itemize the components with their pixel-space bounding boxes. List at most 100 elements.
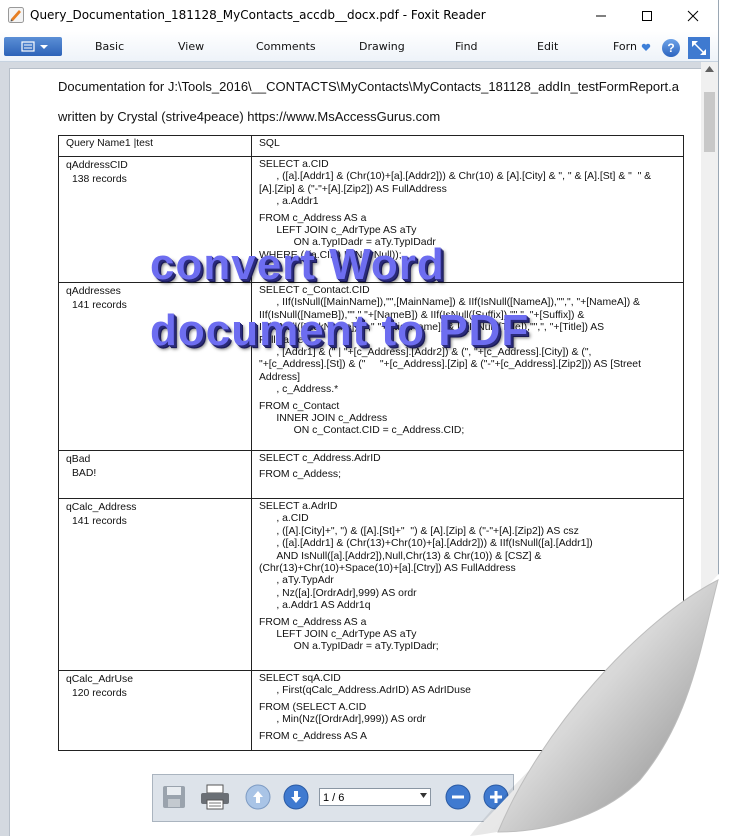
sql-line: SELECT a.AdrID bbox=[259, 501, 338, 512]
bottom-toolbar: 1 / 6 bbox=[152, 774, 514, 822]
foxit-app-icon bbox=[8, 7, 24, 23]
sql-line: SELECT sqA.CID bbox=[259, 673, 341, 684]
sql-line: Address] bbox=[259, 371, 301, 383]
record-count: 120 records bbox=[72, 688, 127, 699]
save-icon[interactable] bbox=[161, 784, 187, 810]
query-name: qCalc_AdrUse bbox=[66, 674, 133, 685]
sql-line: , a.Addr1 AS Addr1q bbox=[259, 600, 371, 612]
query-name: qCalc_Address bbox=[66, 502, 137, 513]
sql-line: , a.CID bbox=[259, 513, 309, 525]
sql-line: ON c_Contact.CID = c_Address.CID; bbox=[259, 425, 465, 437]
minimize-icon bbox=[596, 15, 606, 16]
sql-block: FROM (SELECT A.CID , Min(Nz([OrdrAdr],99… bbox=[259, 702, 676, 727]
sql-cell: SELECT c_Address.AdrID FROM c_Addess; bbox=[251, 450, 684, 499]
title-bar: Query_Documentation_181128_MyContacts_ac… bbox=[0, 0, 718, 31]
document-author: written by Crystal (strive4peace) https:… bbox=[58, 109, 441, 124]
query-name-cell: qCalc_Address 141 records bbox=[58, 498, 252, 671]
table-row: qCalc_Address 141 records SELECT a.AdrID ,… bbox=[58, 498, 684, 671]
sql-block: SELECT a.CID , ([a].[Addr1] & (Chr(10)+[… bbox=[259, 159, 676, 209]
zoom-out-icon[interactable] bbox=[445, 784, 471, 810]
watermark-line-1: convert Word bbox=[150, 240, 445, 289]
page-up-icon[interactable] bbox=[245, 784, 271, 810]
sql-line: FROM c_Contact bbox=[259, 400, 340, 412]
watermark-line-2: document to PDF bbox=[150, 306, 530, 355]
sql-line: SELECT a.CID bbox=[259, 159, 329, 170]
sql-cell: SELECT sqA.CID , First(qCalc_Address.Adr… bbox=[251, 670, 684, 751]
menu-form[interactable]: Forn bbox=[613, 40, 637, 53]
sql-line: FROM c_Address AS A bbox=[259, 730, 367, 742]
page-dropdown-icon[interactable] bbox=[419, 791, 428, 800]
close-icon bbox=[687, 10, 699, 21]
window-title: Query_Documentation_181128_MyContacts_ac… bbox=[30, 8, 486, 22]
help-icon[interactable]: ? bbox=[662, 39, 680, 57]
query-name-cell: qBad BAD! bbox=[58, 450, 252, 499]
sql-line: , aTy.TypAdr bbox=[259, 575, 334, 587]
menu-view[interactable]: View bbox=[178, 40, 204, 53]
sql-line: INNER JOIN c_Address bbox=[259, 413, 388, 425]
menu-find[interactable]: Find bbox=[455, 40, 478, 53]
sql-line: AND IsNull([a].[Addr2]),Null,Chr(13) & C… bbox=[259, 550, 542, 562]
menu-drawing[interactable]: Drawing bbox=[359, 40, 405, 53]
sql-line: LEFT JOIN c_AdrType AS aTy bbox=[259, 629, 417, 641]
sql-block: FROM c_Address AS a LEFT JOIN c_AdrType … bbox=[259, 617, 676, 654]
sql-line: , c_Address.* bbox=[259, 384, 339, 396]
sql-block: SELECT sqA.CID , First(qCalc_Address.Adr… bbox=[259, 673, 676, 698]
query-name-cell: qCalc_AdrUse 120 records bbox=[58, 670, 252, 751]
sql-line: LEFT JOIN c_AdrType AS aTy bbox=[259, 225, 417, 237]
scrollbar-thumb[interactable] bbox=[704, 92, 715, 152]
sql-line: [A].[Zip] & ("-"+[A].[Zip2]) AS FullAddr… bbox=[259, 183, 447, 195]
menu-bar: Basic View Comments Drawing Find Edit Fo… bbox=[0, 31, 718, 62]
pdf-page: Documentation for J:\Tools_2016\__CONTAC… bbox=[9, 68, 702, 836]
column-header-sql: SQL bbox=[251, 135, 684, 157]
sql-line: (Chr(13)+Chr(10)+Space(10)+[a].[Ctry]) A… bbox=[259, 563, 516, 575]
sql-line: FROM c_Address AS a bbox=[259, 616, 367, 628]
sql-line: , ([a].[Addr1] & (Chr(10)+[a].[Addr2])) … bbox=[259, 171, 652, 183]
query-table: Query Name1 |test SQL qAddressCID 138 rec… bbox=[58, 135, 684, 751]
sql-line: ON a.TypIDadr = aTy.TypIDadr; bbox=[259, 641, 439, 653]
print-icon[interactable] bbox=[199, 784, 231, 810]
minimize-button[interactable] bbox=[578, 0, 624, 31]
sql-line: SELECT c_Address.AdrID bbox=[259, 453, 381, 464]
sql-line: FROM (SELECT A.CID bbox=[259, 701, 367, 713]
sql-line: , ([a].[Addr1] & (Chr(13)+Chr(10)+[a].[A… bbox=[259, 538, 593, 550]
sql-line: , Nz([a].[OrdrAdr],999) AS ordr bbox=[259, 587, 417, 599]
sql-line: FROM c_Addess; bbox=[259, 469, 341, 481]
sql-line: , ([A].[City]+", ") & ([A].[St]+" ") & [… bbox=[259, 525, 579, 537]
table-row: qCalc_AdrUse 120 records SELECT sqA.CID , … bbox=[58, 670, 684, 751]
query-name: qAddressCID bbox=[66, 160, 128, 171]
menu-comments[interactable]: Comments bbox=[256, 40, 316, 53]
menu-edit[interactable]: Edit bbox=[537, 40, 558, 53]
record-count: BAD! bbox=[72, 468, 97, 479]
sql-line: , First(qCalc_Address.AdrID) AS AdrIDuse bbox=[259, 685, 471, 697]
record-count: 138 records bbox=[72, 174, 127, 185]
page-down-icon[interactable] bbox=[283, 784, 309, 810]
sql-line: "+[c_Address].[St]) & (" "+[c_Address].[… bbox=[259, 359, 641, 371]
record-count: 141 records bbox=[72, 516, 127, 527]
vertical-scrollbar[interactable] bbox=[701, 62, 718, 836]
heart-icon bbox=[641, 43, 651, 51]
column-header-query-name: Query Name1 |test bbox=[58, 135, 252, 157]
maximize-button[interactable] bbox=[624, 0, 670, 31]
sql-block: FROM c_Address AS A bbox=[259, 731, 676, 743]
sql-block: SELECT c_Address.AdrID bbox=[259, 453, 676, 465]
page-number-input[interactable]: 1 / 6 bbox=[319, 788, 431, 806]
zoom-in-icon[interactable] bbox=[483, 784, 509, 810]
sql-line: FROM c_Address AS a bbox=[259, 212, 367, 224]
close-button[interactable] bbox=[670, 0, 716, 31]
sql-block: FROM c_Addess; bbox=[259, 469, 676, 481]
sql-block: FROM c_Contact INNER JOIN c_Address ON c… bbox=[259, 401, 676, 438]
sql-block: SELECT a.AdrID , a.CID , ([A].[City]+", … bbox=[259, 501, 676, 613]
table-row: qBad BAD! SELECT c_Address.AdrID FROM c_Add… bbox=[58, 450, 684, 499]
foxit-window: Query_Documentation_181128_MyContacts_ac… bbox=[0, 0, 719, 836]
sql-cell: SELECT a.AdrID , a.CID , ([A].[City]+", … bbox=[251, 498, 684, 671]
menu-basic[interactable]: Basic bbox=[95, 40, 124, 53]
fullscreen-icon[interactable] bbox=[688, 37, 710, 59]
menu-toggle-button[interactable] bbox=[4, 37, 62, 56]
document-header: Documentation for J:\Tools_2016\__CONTAC… bbox=[58, 79, 679, 94]
list-menu-icon bbox=[21, 41, 48, 52]
sql-line: , Min(Nz([OrdrAdr],999)) AS ordr bbox=[259, 714, 426, 726]
scroll-up-icon[interactable] bbox=[705, 66, 714, 72]
sql-line: , a.Addr1 bbox=[259, 196, 319, 208]
query-name: qBad bbox=[66, 454, 91, 465]
document-viewer[interactable]: Documentation for J:\Tools_2016\__CONTAC… bbox=[0, 62, 718, 836]
